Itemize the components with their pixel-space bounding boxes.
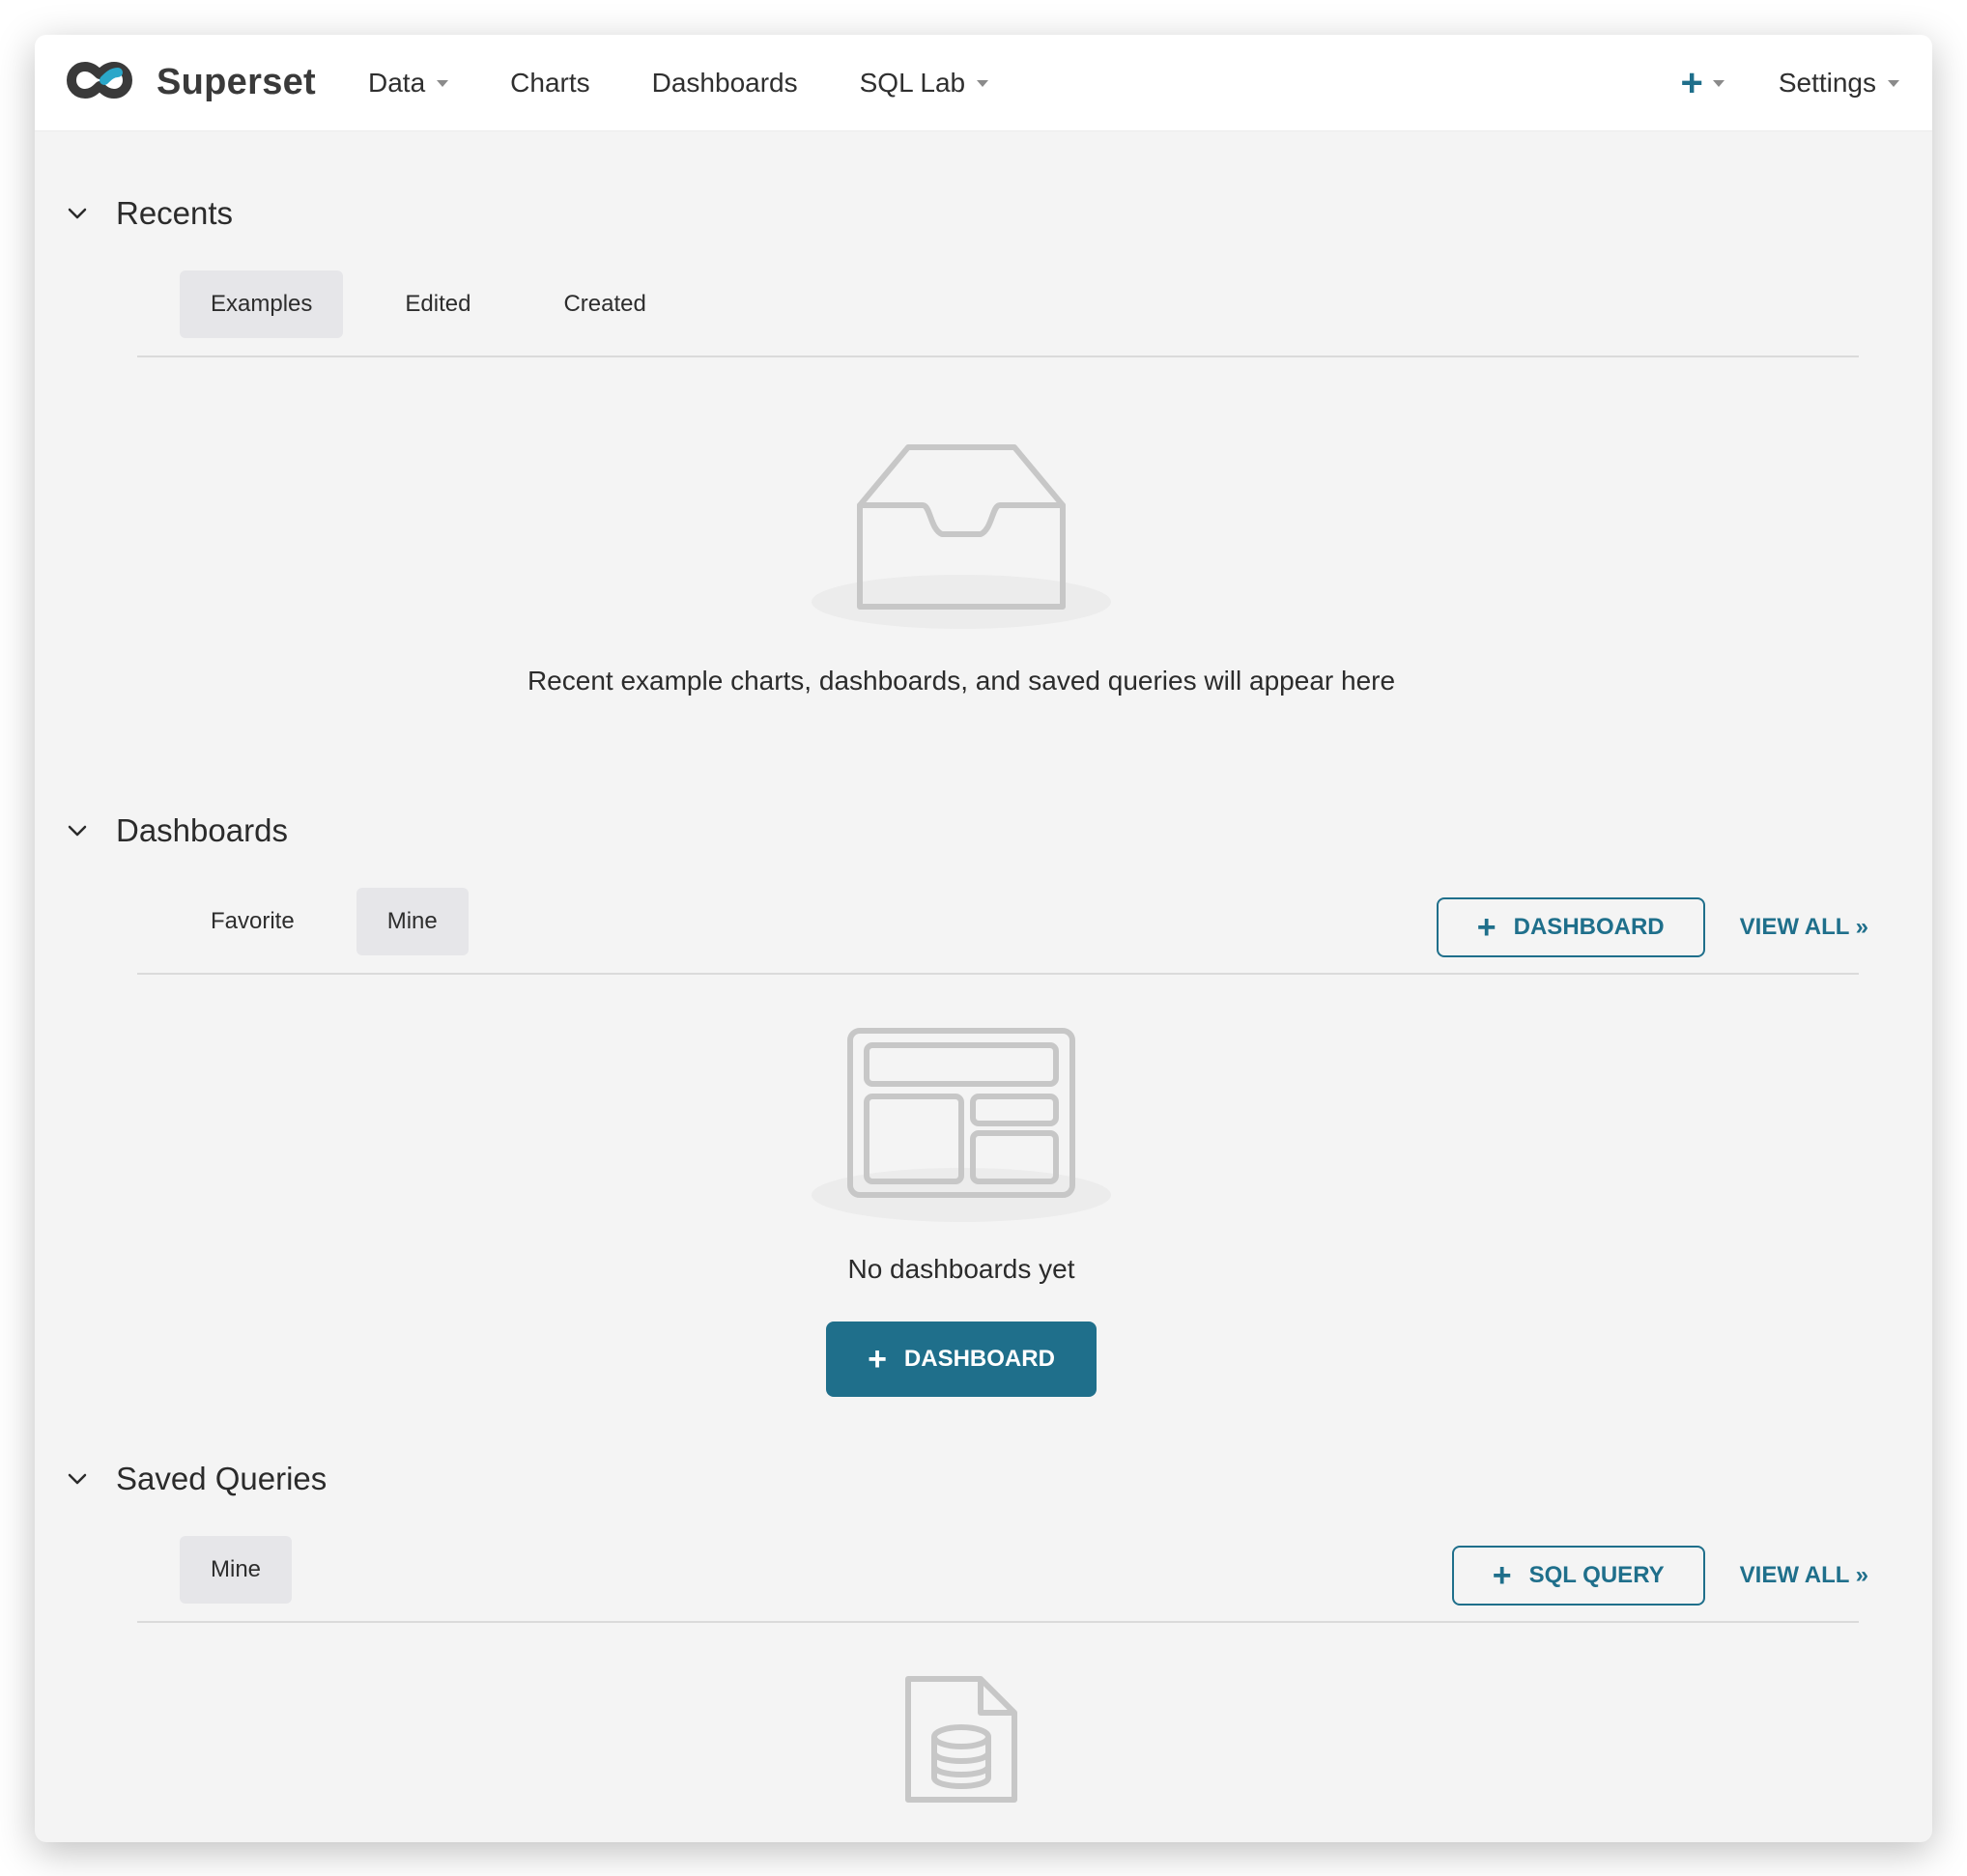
brand-name: Superset [157, 62, 317, 102]
section-title: Dashboards [116, 812, 288, 848]
new-menu[interactable]: + [1680, 61, 1725, 104]
section-recents: Recents Examples Edited Created Recent e… [35, 131, 1932, 696]
chevron-down-icon [437, 80, 449, 87]
brand[interactable]: Superset [62, 57, 316, 108]
nav-sql-lab[interactable]: SQL Lab [859, 67, 989, 99]
view-all-dashboards-link[interactable]: VIEW ALL » [1740, 914, 1868, 941]
section-saved-queries-header[interactable]: Saved Queries [64, 1461, 1859, 1497]
section-dashboards-header[interactable]: Dashboards [64, 812, 1859, 849]
chevron-down-icon[interactable] [64, 200, 91, 227]
nav-charts[interactable]: Charts [510, 68, 589, 99]
tab-favorite[interactable]: Favorite [180, 888, 326, 955]
tab-label: Favorite [211, 908, 295, 934]
nav-dashboards[interactable]: Dashboards [652, 68, 798, 99]
dashboards-empty-state: No dashboards yet + DASHBOARD [64, 1021, 1859, 1397]
saved-queries-tabs: Mine + SQL QUERY VIEW ALL » [137, 1536, 1868, 1623]
tab-label: Edited [405, 291, 471, 317]
add-dashboard-button[interactable]: + DASHBOARD [1436, 897, 1705, 957]
nav-data[interactable]: Data [368, 67, 449, 99]
tab-examples[interactable]: Examples [180, 270, 344, 338]
plus-icon: + [1492, 1557, 1512, 1594]
superset-logo-icon [62, 57, 145, 108]
add-sql-query-label: SQL QUERY [1528, 1562, 1665, 1588]
tab-label: Mine [386, 908, 438, 934]
tab-mine[interactable]: Mine [356, 888, 469, 955]
chevron-down-icon[interactable] [64, 817, 91, 844]
section-title: Recents [116, 195, 234, 231]
recents-empty-state: Recent example charts, dashboards, and s… [64, 442, 1859, 696]
chevron-down-icon [1712, 80, 1725, 87]
dashboards-actions: + DASHBOARD VIEW ALL » [1436, 897, 1868, 957]
section-title: Saved Queries [116, 1461, 328, 1496]
plus-icon: + [868, 1341, 887, 1378]
nav-settings-label: Settings [1778, 67, 1876, 98]
add-dashboard-label: DASHBOARD [1513, 914, 1665, 940]
home-content: Recents Examples Edited Created Recent e… [35, 131, 1932, 1809]
tab-label: Created [563, 291, 646, 317]
saved-queries-empty-state [64, 1669, 1859, 1809]
chevron-down-icon [1888, 80, 1899, 87]
saved-queries-actions: + SQL QUERY VIEW ALL » [1451, 1546, 1868, 1606]
nav-right: + Settings [1680, 64, 1905, 102]
empty-dashboard-icon [807, 1021, 1116, 1229]
dashboards-tabs: Favorite Mine + DASHBOARD VIEW ALL » [137, 888, 1868, 975]
nav-settings[interactable]: Settings [1779, 68, 1899, 99]
tab-mine[interactable]: Mine [180, 1536, 293, 1604]
top-navbar: Superset Data Charts Dashboards SQL Lab … [35, 35, 1932, 131]
chevron-down-icon [977, 80, 989, 87]
empty-state-text: Recent example charts, dashboards, and s… [527, 666, 1396, 696]
tab-label: Examples [211, 291, 313, 317]
empty-state-text: No dashboards yet [847, 1254, 1075, 1284]
nav-dashboards-label: Dashboards [651, 67, 798, 98]
plus-icon: + [1476, 909, 1497, 946]
create-dashboard-label: DASHBOARD [903, 1346, 1055, 1372]
empty-query-icon [894, 1669, 1029, 1809]
primary-nav: Data Charts Dashboards SQL Lab [368, 67, 989, 99]
recents-tabs: Examples Edited Created [137, 270, 1859, 357]
add-sql-query-button[interactable]: + SQL QUERY [1451, 1546, 1705, 1606]
nav-data-label: Data [368, 67, 426, 98]
create-dashboard-button[interactable]: + DASHBOARD [826, 1322, 1097, 1397]
tab-created[interactable]: Created [532, 270, 676, 338]
tab-edited[interactable]: Edited [374, 270, 501, 338]
tab-label: Mine [211, 1556, 262, 1582]
chevron-down-icon[interactable] [64, 1465, 91, 1492]
app-window: Superset Data Charts Dashboards SQL Lab … [35, 35, 1932, 1842]
nav-sql-lab-label: SQL Lab [859, 67, 966, 98]
plus-icon: + [1680, 61, 1703, 104]
nav-charts-label: Charts [510, 67, 590, 98]
section-dashboards: Dashboards Favorite Mine + DASHBOARD VIE… [35, 696, 1932, 1397]
view-all-saved-queries-link[interactable]: VIEW ALL » [1740, 1562, 1868, 1589]
section-saved-queries: Saved Queries Mine + SQL QUERY VIEW ALL … [35, 1397, 1932, 1809]
empty-inbox-icon [807, 442, 1116, 640]
section-recents-header[interactable]: Recents [64, 195, 1859, 232]
